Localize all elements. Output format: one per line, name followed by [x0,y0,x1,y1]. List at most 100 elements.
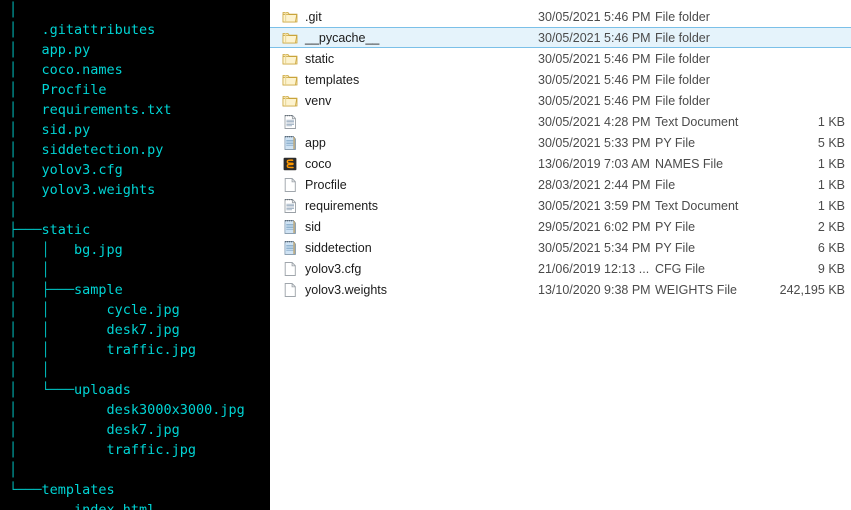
terminal-pane[interactable]: │ │ .gitattributes │ app.py │ coco.names │ … [0,0,270,510]
file-name-cell[interactable]: templates [282,72,538,88]
tree-line: │ [0,200,270,220]
file-explorer-pane[interactable]: .git 30/05/2021 5:46 PM File folder __pycac… [270,0,851,510]
tree-entry-label: uploads [74,382,131,398]
file-name-cell[interactable]: venv [282,93,538,109]
folder-icon [282,72,298,88]
file-type: File folder [655,30,710,45]
file-date-modified: 30/05/2021 5:46 PM [538,72,651,87]
file-name-cell[interactable]: yolov3.weights [282,282,538,298]
blank-file-icon [282,261,298,277]
tree-entry-label: cycle.jpg [106,302,180,318]
tree-connector: │ │ [9,262,75,278]
tree-connector: │ [9,82,42,98]
tree-connector: │ [9,2,42,18]
tree-connector: │ [9,162,42,178]
file-row[interactable]: app 30/05/2021 5:33 PM PY File 5 KB [270,132,851,153]
tree-connector: │ │ [9,302,107,318]
tree-line: index.html [0,500,270,510]
file-date-modified: 28/03/2021 2:44 PM [538,177,651,192]
file-row[interactable]: __pycache__ 30/05/2021 5:46 PM File folder [270,27,851,48]
tree-connector: │ [9,142,42,158]
tree-connector: │ │ [9,322,107,338]
file-row[interactable]: siddetection 30/05/2021 5:34 PM PY File 6 K… [270,237,851,258]
folder-icon [282,9,298,25]
file-date-modified: 30/05/2021 5:46 PM [538,51,651,66]
tree-entry-label: bg.jpg [74,242,123,258]
python-file-icon [282,219,298,235]
file-name-label: venv [305,93,332,108]
file-row[interactable]: coco 13/06/2019 7:03 AM NAMES File 1 KB [270,153,851,174]
file-name-cell[interactable]: static [282,51,538,67]
file-name-cell[interactable]: yolov3.cfg [282,261,538,277]
file-name-label: yolov3.weights [305,282,387,297]
file-row[interactable]: yolov3.cfg 21/06/2019 12:13 ... CFG File 9 … [270,258,851,279]
file-size: 2 KB [817,219,845,234]
file-name-label: coco [305,156,332,171]
tree-line: │ │ [0,260,270,280]
tree-entry-label: coco.names [41,62,123,78]
file-name-label: yolov3.cfg [305,261,362,276]
file-name-cell[interactable] [282,114,538,130]
file-row[interactable]: yolov3.weights 13/10/2020 9:38 PM WEIGHTS … [270,279,851,300]
file-date-modified: 30/05/2021 5:46 PM [538,30,651,45]
file-size: 1 KB [817,156,845,171]
file-date-modified: 30/05/2021 5:34 PM [538,240,651,255]
file-name-cell[interactable]: requirements [282,198,538,214]
file-row[interactable]: 30/05/2021 4:28 PM Text Document 1 KB [270,111,851,132]
tree-entry-label: Procfile [41,82,107,98]
file-row[interactable]: .git 30/05/2021 5:46 PM File folder [270,6,851,27]
file-row[interactable]: venv 30/05/2021 5:46 PM File folder [270,90,851,111]
file-date-modified: 30/05/2021 5:46 PM [538,9,651,24]
file-row[interactable]: requirements 30/05/2021 3:59 PM Text Docum… [270,195,851,216]
file-row[interactable]: Procfile 28/03/2021 2:44 PM File 1 KB [270,174,851,195]
file-name-cell[interactable]: Procfile [282,177,538,193]
folder-icon [282,30,298,46]
tree-line: │ │ desk7.jpg [0,320,270,340]
file-list[interactable]: .git 30/05/2021 5:46 PM File folder __pycac… [270,6,851,300]
file-row[interactable]: sid 29/05/2021 6:02 PM PY File 2 KB [270,216,851,237]
file-name-cell[interactable]: __pycache__ [282,30,538,46]
blank-file-icon [282,177,298,193]
file-name-label: siddetection [305,240,372,255]
file-size: 6 KB [817,240,845,255]
file-name-label: .git [305,9,322,24]
tree-connector: │ [9,22,42,38]
file-name-cell[interactable]: app [282,135,538,151]
file-type: PY File [655,219,696,234]
tree-connector: │ [9,102,42,118]
file-name-cell[interactable]: siddetection [282,240,538,256]
tree-connector: │ [9,62,42,78]
tree-line: │ │ [0,360,270,380]
tree-line: │ │ traffic.jpg [0,340,270,360]
tree-line: │ requirements.txt [0,100,270,120]
file-type: File [655,177,676,192]
file-name-label: templates [305,72,360,87]
file-name-cell[interactable]: sid [282,219,538,235]
tree-connector: │ [9,202,42,218]
text-document-icon [282,198,298,214]
tree-line: │ Procfile [0,80,270,100]
tree-line: │ [0,0,270,20]
file-date-modified: 30/05/2021 4:28 PM [538,114,651,129]
tree-connector: │ │ [9,362,75,378]
tree-entry-label: desk7.jpg [106,322,180,338]
tree-connector: └─── [9,482,42,498]
file-type: File folder [655,9,710,24]
tree-line: │ .gitattributes [0,20,270,40]
tree-line: │ desk3000x3000.jpg [0,400,270,420]
file-name-cell[interactable]: .git [282,9,538,25]
directory-tree-output: │ │ .gitattributes │ app.py │ coco.names │ … [0,0,270,510]
tree-line: │ [0,460,270,480]
file-name-cell[interactable]: coco [282,156,538,172]
tree-line: │ siddetection.py [0,140,270,160]
file-type: CFG File [655,261,705,276]
folder-icon [282,93,298,109]
tree-line: │ app.py [0,40,270,60]
file-date-modified: 13/10/2020 9:38 PM [538,282,651,297]
tree-connector: │ [9,182,42,198]
file-type: Text Document [655,114,739,129]
file-row[interactable]: static 30/05/2021 5:46 PM File folder [270,48,851,69]
file-row[interactable]: templates 30/05/2021 5:46 PM File folder [270,69,851,90]
file-type: File folder [655,93,710,108]
tree-entry-label: yolov3.cfg [41,162,123,178]
